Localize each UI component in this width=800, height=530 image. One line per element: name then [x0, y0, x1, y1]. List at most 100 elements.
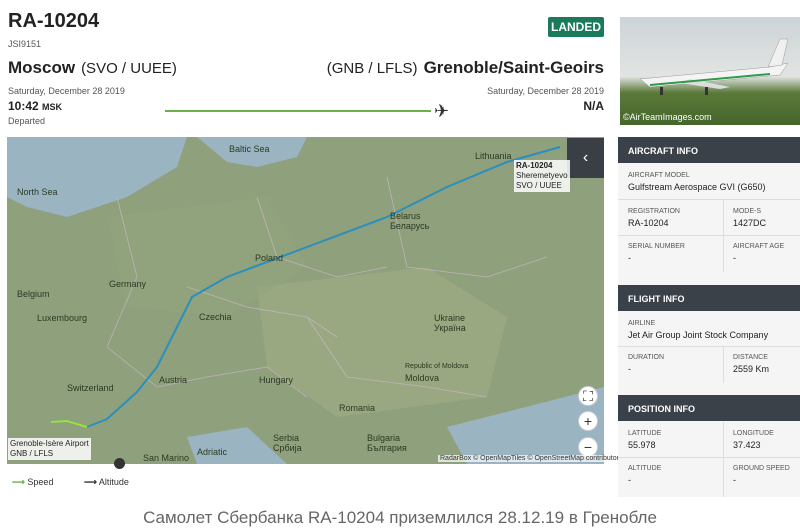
longitude-value: 37.423: [733, 440, 761, 450]
legend-altitude: ⟶ Altitude: [83, 477, 129, 487]
origin-code: (SVO / UUEE): [81, 60, 177, 77]
legend-speed: ⟶ Speed: [12, 477, 54, 487]
departure-tz: MSK: [42, 102, 63, 112]
distance-cell: DISTANCE 2559 Km: [733, 354, 769, 374]
airline-value: Jet Air Group Joint Stock Company: [628, 330, 769, 340]
fullscreen-icon[interactable]: ⛶: [578, 386, 598, 406]
flight-info-header[interactable]: FLIGHT INFO: [618, 285, 800, 311]
airport-map-tag[interactable]: Grenoble-Isère Airport GNB / LFLS: [8, 438, 91, 460]
departure-time: 10:42 MSK: [8, 99, 62, 113]
aircraft-tag-code: SVO / UUEE: [516, 181, 562, 190]
map-label-luxembourg: Luxembourg: [37, 313, 88, 323]
age-value: -: [733, 253, 736, 263]
aircraft-model-value: Gulfstream Aerospace GVI (G650): [628, 182, 766, 192]
longitude-cell: LONGITUDE 37.423: [733, 430, 774, 450]
map-label-switzerland: Switzerland: [67, 383, 114, 393]
position-info-header[interactable]: POSITION INFO: [618, 395, 800, 421]
flight-progress-bar: [165, 110, 431, 112]
chevron-left-icon[interactable]: ‹: [567, 138, 604, 178]
registration-cell: REGISTRATION RA-10204: [628, 208, 680, 228]
map-label-czechia: Czechia: [199, 312, 232, 322]
ground-speed-cell: GROUND SPEED -: [733, 465, 790, 485]
distance-label: DISTANCE: [733, 354, 768, 361]
aircraft-photo[interactable]: ©AirTeamImages.com: [620, 17, 800, 125]
aircraft-map-tag[interactable]: RA-10204 Sheremetyevo SVO / UUEE: [514, 160, 570, 192]
map-label-hungary: Hungary: [259, 375, 294, 385]
status-badge: LANDED: [548, 17, 604, 37]
serial-cell: SERIAL NUMBER -: [628, 243, 685, 263]
departure-status: Departed: [8, 116, 46, 126]
map-label-poland: Poland: [255, 253, 284, 263]
zoom-out-icon[interactable]: −: [578, 437, 598, 457]
origin-city: Moscow: [8, 58, 76, 77]
ground-speed-label: GROUND SPEED: [733, 465, 790, 472]
airport-tag-name: Grenoble-Isère Airport: [10, 439, 89, 448]
age-label: AIRCRAFT AGE: [733, 243, 785, 250]
map-attribution[interactable]: RadarBox © OpenMapTiles © OpenStreetMap …: [438, 455, 625, 462]
map-label-ukraine: Ukraine Україна: [434, 313, 466, 333]
flight-number: JSI9151: [8, 39, 42, 49]
map-label-north-sea: North Sea: [17, 187, 58, 197]
zoom-in-icon[interactable]: +: [578, 411, 598, 431]
map-label-romania: Romania: [339, 403, 376, 413]
flight-callsign: RA-10204: [8, 10, 100, 32]
map-label-rep-moldova: Republic of Moldova: [405, 363, 469, 370]
map-label-moldova: Moldova: [405, 373, 440, 383]
departure-date: Saturday, December 28 2019: [8, 86, 125, 96]
map-label-bulgaria: Bulgaria България: [367, 433, 407, 453]
airline-cell: AIRLINE Jet Air Group Joint Stock Compan…: [628, 320, 768, 340]
divider: [618, 457, 800, 458]
map-label-belgium: Belgium: [17, 289, 50, 299]
airline-label: AIRLINE: [628, 320, 656, 327]
map-legend: ⟶ Speed ⟶ Altitude: [12, 477, 157, 488]
jet-illustration: [639, 38, 789, 95]
serial-label: SERIAL NUMBER: [628, 243, 685, 250]
origin: Moscow (SVO / UUEE): [8, 58, 177, 78]
altitude-value: -: [628, 475, 631, 485]
legend-altitude-label: Altitude: [98, 477, 129, 487]
duration-cell: DURATION -: [628, 354, 664, 374]
age-cell: AIRCRAFT AGE -: [733, 243, 784, 263]
divider: [618, 346, 800, 347]
divider: [723, 347, 724, 383]
modes-cell: MODE-S 1427DC: [733, 208, 766, 228]
arrival-date: Saturday, December 28 2019: [487, 86, 604, 96]
map-label-austria: Austria: [159, 375, 188, 385]
map-label-belarus: Belarus Беларусь: [390, 211, 430, 231]
legend-speed-label: Speed: [27, 477, 54, 487]
map-label-san-marino: San Marino: [143, 453, 190, 463]
aircraft-info-header[interactable]: AIRCRAFT INFO: [618, 137, 800, 163]
divider: [618, 235, 800, 236]
distance-value: 2559 Km: [733, 364, 770, 374]
registration-label: REGISTRATION: [628, 208, 680, 215]
latitude-label: LATITUDE: [628, 430, 662, 437]
latitude-cell: LATITUDE 55.978: [628, 430, 661, 450]
image-caption: Самолет Сбербанка RA-10204 приземлился 2…: [143, 508, 657, 527]
departure-time-value: 10:42: [8, 99, 39, 113]
latitude-value: 55.978: [628, 440, 656, 450]
airplane-icon: ✈: [434, 101, 450, 121]
divider: [618, 199, 800, 200]
map-label-baltic: Baltic Sea: [229, 144, 270, 154]
ground-speed-value: -: [733, 475, 736, 485]
aircraft-tag-callsign: RA-10204: [516, 161, 553, 170]
duration-value: -: [628, 364, 631, 374]
map-label-lithuania: Lithuania: [475, 151, 512, 161]
registration-value: RA-10204: [628, 218, 669, 228]
duration-label: DURATION: [628, 354, 665, 361]
modes-value: 1427DC: [733, 218, 767, 228]
dest-code: (GNB / LFLS): [326, 60, 418, 77]
dest-city: Grenoble/Saint-Geoirs: [423, 58, 604, 77]
aircraft-tag-airport: Sheremetyevo: [516, 171, 568, 180]
arrival-time: N/A: [583, 99, 604, 113]
aircraft-model-cell: AIRCRAFT MODEL Gulfstream Aerospace GVI …: [628, 172, 766, 192]
airport-tag-code: GNB / LFLS: [10, 449, 54, 458]
modes-label: MODE-S: [733, 208, 761, 215]
serial-value: -: [628, 253, 631, 263]
map-label-germany: Germany: [109, 279, 147, 289]
altitude-label: ALTITUDE: [628, 465, 662, 472]
photo-credit: ©AirTeamImages.com: [623, 112, 712, 122]
divider: [723, 200, 724, 272]
map-label-serbia: Serbia Србија: [273, 433, 302, 453]
timeline-handle-icon[interactable]: [114, 458, 125, 469]
